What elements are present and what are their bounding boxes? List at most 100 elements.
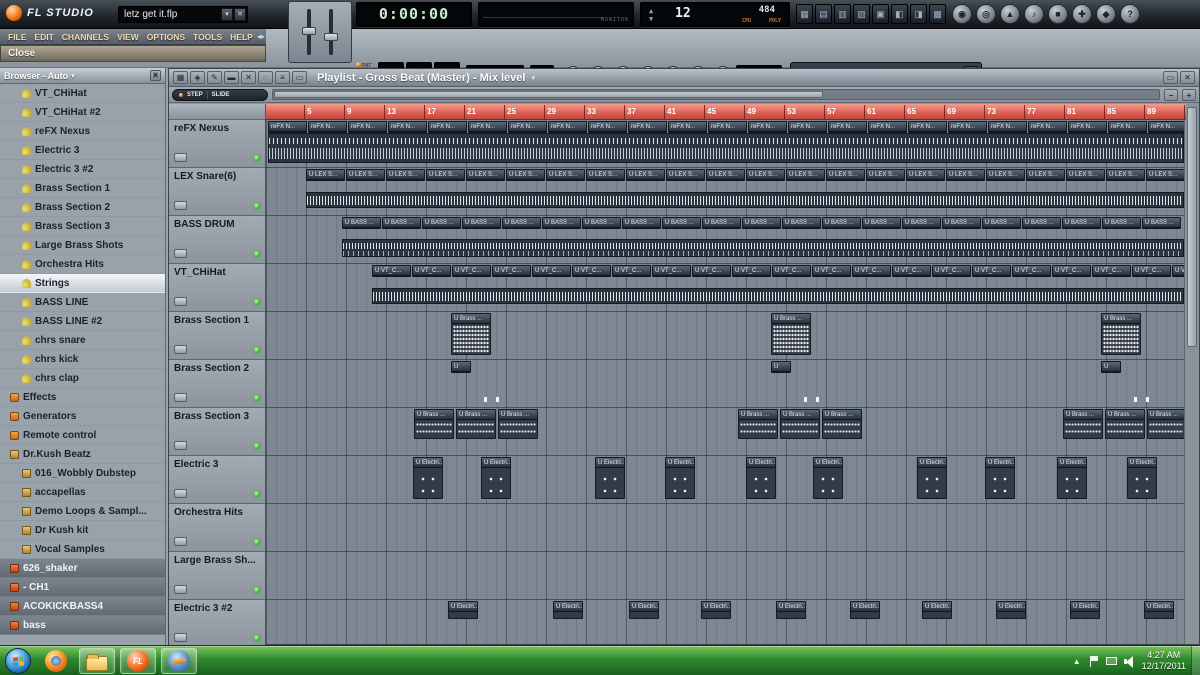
pattern-clip[interactable]: U BASS ...: [1142, 217, 1181, 229]
playlist-tool-icon[interactable]: ✕: [241, 71, 256, 84]
pattern-clip[interactable]: U LEX S...: [346, 169, 385, 181]
pattern-clip[interactable]: U LEX S...: [906, 169, 945, 181]
track-header[interactable]: Electric 3: [169, 456, 265, 504]
pattern-clip[interactable]: U VT_C...: [772, 265, 811, 277]
browser-item[interactable]: Demo Loops & Sampl...: [0, 502, 165, 521]
track-led[interactable]: [254, 587, 260, 593]
pattern-clip[interactable]: U Brass ...: [1105, 409, 1145, 439]
pattern-clip[interactable]: reFX N...: [948, 121, 987, 133]
pattern-clip[interactable]: U LEX S...: [986, 169, 1025, 181]
browser-close-icon[interactable]: ✕: [150, 70, 161, 81]
menu-item-view[interactable]: VIEW: [113, 32, 143, 42]
browser-item[interactable]: BASS LINE #2: [0, 312, 165, 331]
pattern-clip[interactable]: U: [771, 361, 791, 373]
toolbar-button[interactable]: ▦: [796, 4, 813, 24]
pattern-clip[interactable]: U VT_C...: [812, 265, 851, 277]
pattern-clip[interactable]: reFX N...: [828, 121, 867, 133]
toolbar-button[interactable]: ♪: [1024, 4, 1044, 24]
browser-item[interactable]: BASS LINE: [0, 293, 165, 312]
lock-icon[interactable]: [174, 153, 187, 162]
pattern-clip[interactable]: U LEX S...: [546, 169, 585, 181]
pattern-clip[interactable]: U Electri...: [1070, 601, 1100, 619]
pattern-clip[interactable]: U Brass ...: [498, 409, 538, 439]
pattern-number[interactable]: 12: [675, 6, 691, 21]
menu-item-tools[interactable]: TOOLS: [189, 32, 226, 42]
pattern-clip[interactable]: U VT_C...: [452, 265, 491, 277]
zoom-out-button[interactable]: −: [1164, 88, 1178, 101]
pattern-clip[interactable]: U VT_C...: [932, 265, 971, 277]
toolbar-button[interactable]: ?: [1120, 4, 1140, 24]
pattern-clip[interactable]: U LEX S...: [706, 169, 745, 181]
pattern-clip[interactable]: U BASS ...: [1022, 217, 1061, 229]
pattern-clip[interactable]: U: [451, 361, 471, 373]
pattern-clip[interactable]: U Electri...: [448, 601, 478, 619]
track-led[interactable]: [254, 491, 260, 497]
pattern-clip[interactable]: U LEX S...: [946, 169, 985, 181]
track-led[interactable]: [254, 395, 260, 401]
pattern-clip[interactable]: reFX N...: [708, 121, 747, 133]
pattern-clip[interactable]: U VT_C...: [732, 265, 771, 277]
pattern-clip[interactable]: U Brass ...: [780, 409, 820, 439]
menu-item-file[interactable]: FILE: [4, 32, 30, 42]
pattern-clip[interactable]: U LEX S...: [1066, 169, 1105, 181]
menu-item-help[interactable]: HELP: [226, 32, 257, 42]
playlist-tool-icon[interactable]: ▦: [173, 71, 188, 84]
pattern-clip[interactable]: U BASS ...: [1062, 217, 1101, 229]
browser-item[interactable]: 016_Wobbly Dubstep: [0, 464, 165, 483]
pattern-clip[interactable]: U Electri...: [665, 457, 695, 499]
lock-icon[interactable]: [174, 345, 187, 354]
pattern-clip[interactable]: U VT_C...: [612, 265, 651, 277]
pattern-clip[interactable]: U BASS ...: [462, 217, 501, 229]
master-pitch-slider[interactable]: [324, 9, 338, 55]
pattern-clip[interactable]: U LEX S...: [426, 169, 465, 181]
track-header[interactable]: Brass Section 2: [169, 360, 265, 408]
browser-item[interactable]: bass: [0, 616, 165, 635]
project-filename-field[interactable]: letz get it.flp ▾ ✕: [118, 6, 248, 23]
browser-item[interactable]: chrs clap: [0, 369, 165, 388]
browser-item[interactable]: Remote control: [0, 426, 165, 445]
toolbar-button[interactable]: ◎: [976, 4, 996, 24]
browser-item[interactable]: Strings: [0, 274, 165, 293]
track-header[interactable]: Electric 3 #2: [169, 600, 265, 648]
track-led[interactable]: [254, 155, 260, 161]
timeline-ruler[interactable]: 5 9 13 17 21 25 29 33 37 41 45 49 53 57 61 65 69 73 77 81 85…: [266, 104, 1186, 120]
pattern-clip[interactable]: U BASS ...: [982, 217, 1021, 229]
playlist-tool-icon[interactable]: ◈: [190, 71, 205, 84]
pattern-clip[interactable]: U BASS ...: [942, 217, 981, 229]
browser-item[interactable]: Brass Section 3: [0, 217, 165, 236]
pattern-clip[interactable]: U VT_C...: [1132, 265, 1171, 277]
pattern-clip[interactable]: U VT_C...: [852, 265, 891, 277]
pattern-clip[interactable]: U Electri...: [413, 457, 443, 499]
playlist-titlebar[interactable]: ▦ ◈ ✎ ▬ ✕ ◌ ≡ ▭ Playlist - Gross Beat (Master) …: [169, 69, 1199, 87]
browser-item[interactable]: chrs kick: [0, 350, 165, 369]
pattern-clip[interactable]: U Brass ...: [451, 313, 491, 355]
pattern-clip[interactable]: U BASS ...: [662, 217, 701, 229]
browser-item[interactable]: Electric 3: [0, 141, 165, 160]
pattern-clip[interactable]: reFX N...: [868, 121, 907, 133]
pattern-clip[interactable]: U VT_C...: [372, 265, 411, 277]
pattern-clip[interactable]: reFX N...: [668, 121, 707, 133]
master-volume-slider[interactable]: [302, 9, 316, 55]
taskbar-folder-button[interactable]: [79, 648, 115, 674]
browser-item[interactable]: Dr.Kush Beatz: [0, 445, 165, 464]
toolbar-button[interactable]: ✚: [1072, 4, 1092, 24]
pattern-clip[interactable]: U Electri...: [701, 601, 731, 619]
pattern-clip[interactable]: U Electri...: [553, 601, 583, 619]
hscroll-thumb[interactable]: [274, 91, 824, 98]
pattern-clip[interactable]: U BASS ...: [742, 217, 781, 229]
menu-item-options[interactable]: OPTIONS: [143, 32, 189, 42]
pattern-clip[interactable]: U Brass ...: [738, 409, 778, 439]
close-bar[interactable]: Close: [0, 45, 266, 62]
taskbar-flstudio-button[interactable]: [120, 648, 156, 674]
pattern-clip[interactable]: U LEX S...: [306, 169, 345, 181]
playlist-tool-icon[interactable]: ≡: [275, 71, 290, 84]
pattern-clip[interactable]: U VT_C...: [1092, 265, 1131, 277]
flag-icon[interactable]: [1088, 655, 1099, 667]
pattern-clip[interactable]: U BASS ...: [582, 217, 621, 229]
lock-icon[interactable]: [174, 441, 187, 450]
browser-header[interactable]: Browser - Auto ▾ ✕: [0, 68, 165, 84]
browser-item[interactable]: accapellas: [0, 483, 165, 502]
pattern-clip[interactable]: U Brass ...: [822, 409, 862, 439]
playlist-tool-icon[interactable]: ✎: [207, 71, 222, 84]
track-header[interactable]: VT_CHiHat: [169, 264, 265, 312]
